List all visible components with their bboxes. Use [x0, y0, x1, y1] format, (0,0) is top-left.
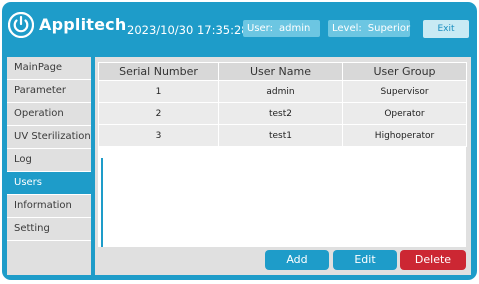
brand-name: Applitech — [39, 15, 127, 34]
user-level-badge: Level: Superior — [328, 20, 410, 37]
datetime-display: 2023/10/30 17:35:28 — [127, 23, 249, 37]
edit-user-button[interactable]: Edit — [333, 250, 397, 270]
users-table-panel: Serial Number User Name User Group 1 adm… — [98, 62, 467, 247]
exit-button[interactable]: Exit — [423, 20, 469, 38]
users-table: Serial Number User Name User Group 1 adm… — [98, 62, 467, 147]
serial-number-cell: 2 — [98, 102, 219, 125]
sidebar-item-log[interactable]: Log — [7, 149, 91, 172]
column-header-user-group: User Group — [342, 62, 467, 81]
sidebar-item-information[interactable]: Information — [7, 195, 91, 218]
serial-number-cell: 3 — [98, 124, 219, 147]
table-scrollbar[interactable] — [101, 158, 103, 247]
sidebar-item-uv-sterilization[interactable]: UV Sterilization — [7, 126, 91, 149]
app-frame: Applitech 2023/10/30 17:35:28 User: admin… — [2, 2, 477, 280]
sidebar-item-setting[interactable]: Setting — [7, 218, 91, 241]
level-label: Level: — [332, 23, 362, 34]
serial-number-cell: 1 — [98, 80, 219, 103]
sidebar-item-mainpage[interactable]: MainPage — [7, 57, 91, 80]
user-name-cell: admin — [218, 80, 343, 103]
table-row[interactable]: 3 test1 Highoperator — [98, 124, 467, 147]
table-row[interactable]: 1 admin Supervisor — [98, 80, 467, 103]
table-row[interactable]: 2 test2 Operator — [98, 102, 467, 125]
user-value: admin — [279, 23, 311, 34]
user-name-cell: test2 — [218, 102, 343, 125]
sidebar-item-operation[interactable]: Operation — [7, 103, 91, 126]
user-group-cell: Supervisor — [342, 80, 467, 103]
sidebar-nav: MainPage Parameter Operation UV Steriliz… — [7, 57, 91, 275]
delete-user-button[interactable]: Delete — [400, 250, 466, 270]
column-header-serial-number: Serial Number — [98, 62, 219, 81]
users-content-panel: Serial Number User Name User Group 1 adm… — [95, 57, 471, 275]
user-name-cell: test1 — [218, 124, 343, 147]
level-value: Superior — [367, 23, 411, 34]
user-group-cell: Highoperator — [342, 124, 467, 147]
sidebar-item-users[interactable]: Users — [7, 172, 91, 195]
current-user-badge: User: admin — [243, 20, 320, 37]
power-icon — [8, 12, 34, 38]
column-header-user-name: User Name — [218, 62, 343, 81]
table-header-row: Serial Number User Name User Group — [98, 62, 467, 81]
sidebar-item-parameter[interactable]: Parameter — [7, 80, 91, 103]
user-group-cell: Operator — [342, 102, 467, 125]
user-label: User: — [247, 23, 273, 34]
add-user-button[interactable]: Add — [265, 250, 329, 270]
header-bar: Applitech 2023/10/30 17:35:28 User: admin… — [2, 2, 477, 54]
